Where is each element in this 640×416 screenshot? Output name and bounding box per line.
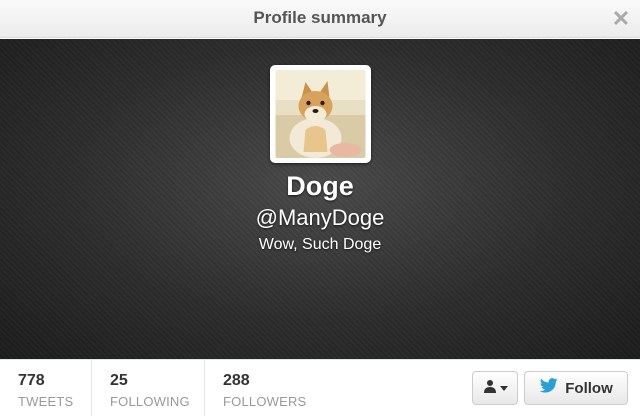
stat-count: 288 — [223, 372, 250, 389]
stat-count: 25 — [110, 372, 128, 389]
profile-bio: Wow, Such Doge — [258, 236, 382, 253]
profile-handle[interactable]: @ManyDoge — [0, 205, 640, 231]
stat-label: FOLLOWERS — [223, 394, 307, 409]
stat-label: FOLLOWING — [110, 394, 190, 409]
stat-following[interactable]: 25 FOLLOWING — [92, 360, 205, 416]
stat-count: 778 — [18, 372, 45, 389]
profile-name[interactable]: Doge — [0, 171, 640, 202]
close-button[interactable]: ✕ — [602, 0, 640, 38]
user-icon — [483, 379, 497, 398]
avatar[interactable] — [270, 65, 371, 163]
user-actions-dropdown[interactable] — [472, 371, 518, 405]
profile-banner: Doge @ManyDoge Wow, Such Doge — [0, 39, 640, 359]
dialog-title: Profile summary — [253, 8, 387, 27]
stat-label: TWEETS — [18, 394, 74, 409]
profile-summary-dialog: Profile summary ✕ Doge @ManyDoge Wow, Su… — [0, 0, 640, 416]
avatar-image — [275, 70, 366, 158]
follow-label: Follow — [565, 379, 613, 397]
follow-button[interactable]: Follow — [524, 371, 628, 405]
dialog-header: Profile summary ✕ — [0, 0, 640, 38]
close-icon: ✕ — [611, 6, 631, 31]
chevron-down-icon — [499, 385, 508, 391]
stat-followers[interactable]: 288 FOLLOWERS — [205, 360, 325, 416]
twitter-bird-icon — [539, 377, 559, 399]
stat-tweets[interactable]: 778 TWEETS — [0, 360, 92, 416]
